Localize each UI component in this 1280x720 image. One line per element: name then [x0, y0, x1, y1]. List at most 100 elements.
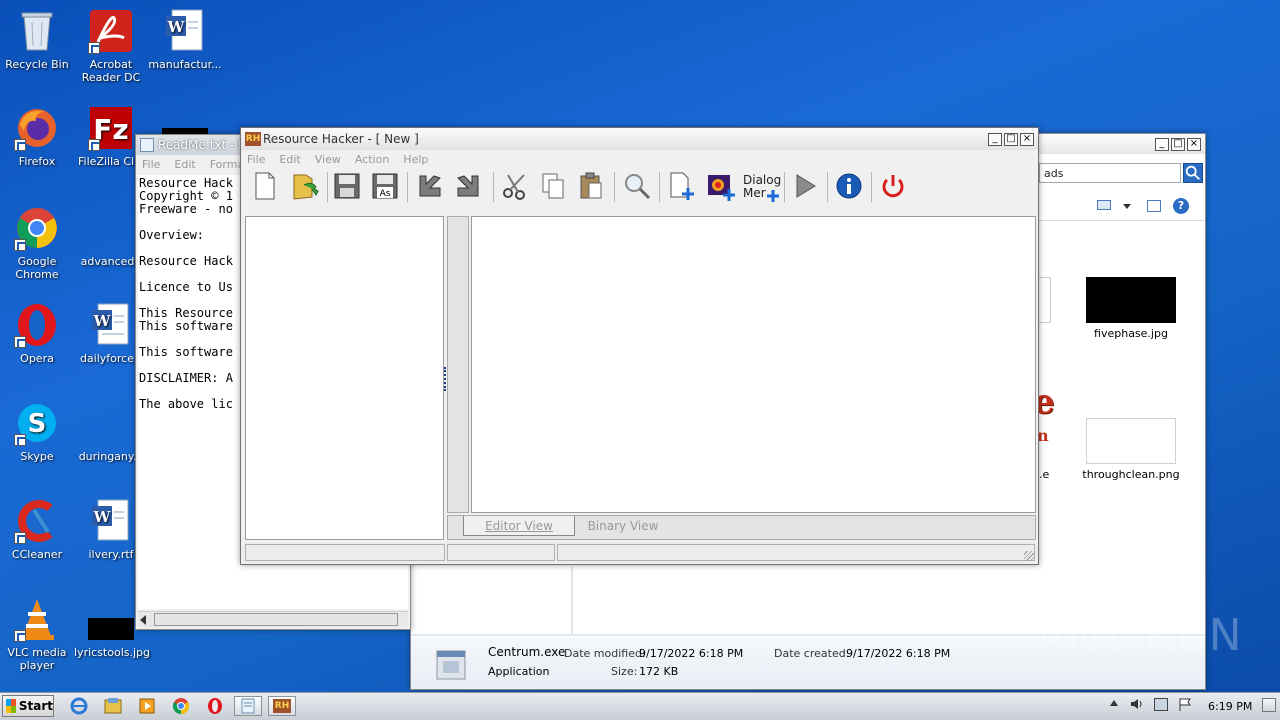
maximize-button[interactable]: □: [1171, 137, 1185, 151]
add-image-resource-button[interactable]: [703, 168, 739, 204]
taskbar-media-player-icon[interactable]: [136, 696, 158, 716]
desktop-icon-chrome[interactable]: Google Chrome: [0, 205, 74, 281]
menu-edit[interactable]: Edit: [279, 153, 300, 166]
help-icon[interactable]: ?: [1173, 198, 1189, 214]
action-center-flag-icon[interactable]: [1178, 698, 1192, 711]
taskbar-ie-icon[interactable]: [68, 696, 90, 716]
rh-titlebar[interactable]: RH Resource Hacker - [ New ] _ □ ×: [241, 128, 1038, 150]
desktop-icon-recycle-bin[interactable]: Recycle Bin: [0, 8, 74, 71]
status-panel: [245, 544, 445, 561]
minimize-button[interactable]: _: [988, 132, 1002, 146]
forward-button[interactable]: [451, 168, 487, 204]
info-icon: [836, 173, 862, 199]
editor-pane[interactable]: [471, 216, 1036, 513]
menu-action[interactable]: Action: [355, 153, 389, 166]
network-icon[interactable]: [1154, 698, 1168, 711]
splitter-grip-icon: [444, 367, 446, 391]
taskbar-opera-icon[interactable]: [204, 696, 226, 716]
svg-text:As: As: [380, 189, 391, 199]
svg-text:W: W: [167, 18, 186, 36]
chevron-down-icon[interactable]: [1123, 204, 1131, 209]
scrollbar-thumb[interactable]: [154, 613, 398, 626]
close-button[interactable]: ×: [1020, 132, 1034, 146]
back-button[interactable]: [411, 168, 447, 204]
toolbar-separator: [614, 172, 615, 202]
exit-button[interactable]: [875, 168, 911, 204]
plus-icon: [767, 190, 779, 202]
search-icon[interactable]: [1183, 163, 1203, 183]
minimize-button[interactable]: _: [1155, 137, 1169, 151]
desktop-icon-ccleaner[interactable]: CCleaner: [0, 498, 74, 561]
start-button[interactable]: Start: [2, 695, 54, 717]
find-button[interactable]: [619, 168, 655, 204]
desktop-icon-opera[interactable]: Opera: [0, 302, 74, 365]
show-desktop-button[interactable]: [1262, 698, 1276, 712]
horizontal-scrollbar[interactable]: [138, 611, 408, 627]
maximize-button[interactable]: □: [1004, 132, 1018, 146]
desktop-icon-acrobat[interactable]: Acrobat Reader DC: [74, 8, 148, 84]
desktop-icon-firefox[interactable]: Firefox: [0, 105, 74, 168]
details-filename: Centrum.exe: [488, 645, 566, 659]
recycle-bin-icon: [14, 8, 60, 54]
view-options-icon[interactable]: [1097, 200, 1111, 210]
cut-button[interactable]: [497, 168, 533, 204]
taskbar-resource-hacker-icon[interactable]: RH: [268, 696, 296, 716]
ccleaner-icon: [14, 498, 60, 544]
clock[interactable]: 6:19 PM: [1208, 700, 1252, 713]
add-resource-button[interactable]: [663, 168, 699, 204]
tab-binary-view[interactable]: Binary View: [579, 516, 667, 536]
copy-icon: [542, 173, 564, 199]
resource-hacker-window[interactable]: RH Resource Hacker - [ New ] _ □ × File …: [240, 127, 1039, 565]
blank-file-icon: [88, 205, 134, 251]
about-button[interactable]: [831, 168, 867, 204]
desktop-icon-manufactur[interactable]: W manufactur...: [148, 8, 222, 71]
paste-button[interactable]: [573, 168, 609, 204]
desktop-icon-label: Acrobat Reader DC: [81, 58, 141, 84]
dialog-merger-button[interactable]: Dialog Mer: [743, 174, 781, 206]
taskbar-explorer-icon[interactable]: [102, 696, 124, 716]
resize-grip-icon[interactable]: [1024, 551, 1034, 561]
filezilla-icon: Fz: [88, 105, 134, 151]
toolbar-separator: [871, 172, 872, 202]
copy-button[interactable]: [535, 168, 571, 204]
application-icon: [433, 645, 469, 683]
explorer-search-input[interactable]: ads: [1039, 163, 1181, 183]
pane-splitter[interactable]: [444, 216, 469, 513]
scroll-left-arrow-icon[interactable]: [140, 615, 146, 625]
volume-icon[interactable]: [1130, 698, 1144, 710]
shortcut-arrow-icon: [88, 42, 100, 54]
resource-tree-pane[interactable]: [245, 216, 444, 540]
file-name: throughclean.png: [1082, 468, 1180, 481]
word-document-icon: W: [162, 8, 208, 54]
close-button[interactable]: ×: [1187, 137, 1201, 151]
desktop-icon-label: VLC media player: [7, 646, 67, 672]
toolbar-separator: [827, 172, 828, 202]
menu-help[interactable]: Help: [403, 153, 428, 166]
acrobat-icon: [88, 8, 134, 54]
menu-file[interactable]: File: [247, 153, 265, 166]
menu-view[interactable]: View: [315, 153, 341, 166]
status-panel: [557, 544, 1035, 561]
menu-edit[interactable]: Edit: [174, 158, 195, 171]
save-as-button[interactable]: As: [367, 168, 403, 204]
save-button[interactable]: [329, 168, 365, 204]
toolbar-separator: [493, 172, 494, 202]
open-file-button[interactable]: [287, 168, 323, 204]
file-thumbnail[interactable]: [1039, 277, 1051, 323]
file-item[interactable]: fivephase.jpg: [1081, 277, 1181, 340]
new-file-button[interactable]: [247, 168, 283, 204]
desktop-icon-vlc[interactable]: VLC media player: [0, 596, 74, 672]
taskbar-notepad-icon[interactable]: [234, 696, 262, 716]
menu-file[interactable]: File: [142, 158, 160, 171]
preview-pane-icon[interactable]: [1147, 200, 1161, 212]
add-file-icon: [670, 172, 694, 200]
taskbar-chrome-icon[interactable]: [170, 696, 192, 716]
save-disk-icon: [334, 173, 360, 199]
desktop-icon-label: CCleaner: [11, 548, 63, 561]
file-item[interactable]: throughclean.png: [1081, 418, 1181, 481]
tray-show-hidden-icon[interactable]: [1110, 700, 1118, 706]
tab-editor-view[interactable]: Editor View: [463, 516, 575, 536]
desktop-icon-skype[interactable]: S Skype: [0, 400, 74, 463]
svg-text:W: W: [93, 508, 112, 526]
compile-run-button[interactable]: [787, 168, 823, 204]
